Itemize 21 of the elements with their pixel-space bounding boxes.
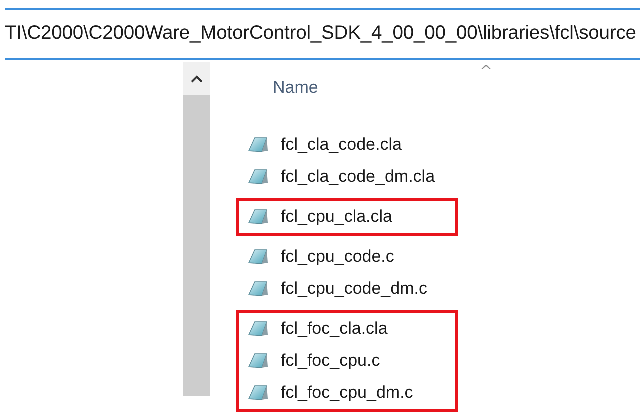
- file-icon: [247, 207, 269, 227]
- file-icon: [247, 351, 269, 371]
- file-icon: [247, 319, 269, 339]
- file-name[interactable]: fcl_cla_code.cla: [281, 135, 402, 155]
- name-column-header[interactable]: Name: [273, 78, 318, 114]
- file-icon: [247, 247, 269, 267]
- scrollbar-thumb[interactable]: [183, 95, 210, 396]
- file-icon: [247, 279, 269, 299]
- file-name[interactable]: fcl_cpu_code_dm.c: [281, 279, 428, 299]
- file-name[interactable]: fcl_cpu_cla.cla: [281, 207, 393, 227]
- file-icon: [247, 383, 269, 403]
- file-name[interactable]: fcl_foc_cpu_dm.c: [281, 383, 414, 403]
- file-name[interactable]: fcl_foc_cpu.c: [281, 351, 380, 371]
- sort-caret: ^: [480, 62, 493, 80]
- file-name[interactable]: fcl_cpu_code.c: [281, 247, 394, 267]
- up-chevron-icon: [190, 74, 202, 82]
- file-icon: [247, 167, 269, 187]
- file-name[interactable]: fcl_cla_code_dm.cla: [281, 167, 436, 187]
- address-path: TI\C2000\C2000Ware_MotorControl_SDK_4_00_00_00\libraries\fcl\source: [5, 23, 636, 45]
- file-icon: [247, 135, 269, 155]
- file-name[interactable]: fcl_foc_cla.cla: [281, 319, 388, 339]
